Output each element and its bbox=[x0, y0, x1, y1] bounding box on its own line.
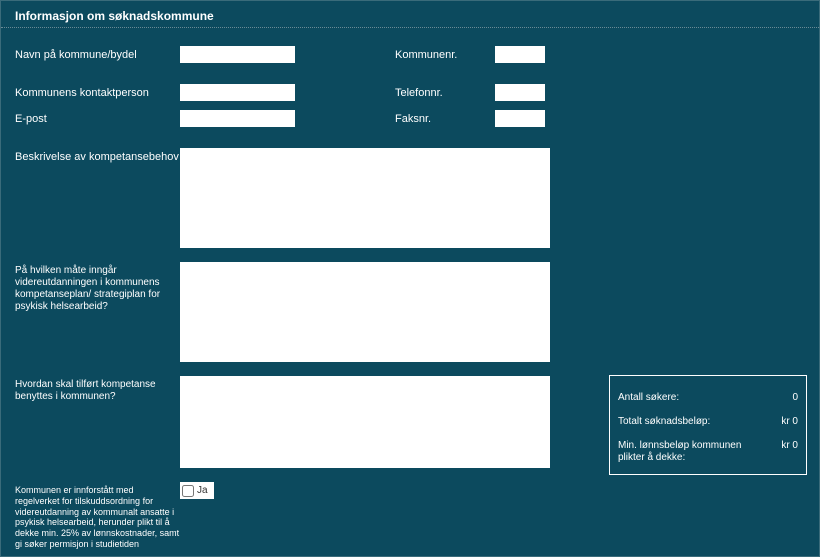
checkbox-ja-label: Ja bbox=[197, 485, 208, 496]
label-telefon: Telefonnr. bbox=[395, 84, 495, 99]
textarea-plan[interactable] bbox=[180, 262, 550, 362]
checkbox-wrap-ja[interactable]: Ja bbox=[180, 482, 214, 499]
input-kontaktperson[interactable] bbox=[180, 84, 295, 101]
summary-min-value: kr 0 bbox=[781, 440, 798, 464]
summary-antall-label: Antall søkere: bbox=[618, 392, 679, 404]
label-kontaktperson: Kommunens kontaktperson bbox=[15, 84, 180, 100]
label-kommunenr: Kommunenr. bbox=[395, 46, 495, 61]
input-kommune-navn[interactable] bbox=[180, 46, 295, 63]
summary-box: Antall søkere: 0 Totalt søknadsbeløp: kr… bbox=[609, 375, 807, 475]
label-epost: E-post bbox=[15, 110, 180, 126]
summary-total-label: Totalt søknadsbeløp: bbox=[618, 416, 710, 428]
label-beskrivelse: Beskrivelse av kompetansebehov bbox=[15, 148, 180, 164]
input-kommunenr[interactable] bbox=[495, 46, 545, 63]
input-telefon[interactable] bbox=[495, 84, 545, 101]
input-faks[interactable] bbox=[495, 110, 545, 127]
input-epost[interactable] bbox=[180, 110, 295, 127]
summary-total-value: kr 0 bbox=[781, 416, 798, 428]
section-header: Informasjon om søknadskommune bbox=[1, 1, 819, 28]
checkbox-ja[interactable] bbox=[182, 485, 194, 497]
summary-antall-value: 0 bbox=[792, 392, 798, 404]
label-innforstatt: Kommunen er innforstått med regelverket … bbox=[15, 482, 180, 550]
section-title: Informasjon om søknadskommune bbox=[15, 9, 214, 23]
textarea-benyttes[interactable] bbox=[180, 376, 550, 468]
label-benyttes: Hvordan skal tilført kompetanse benyttes… bbox=[15, 376, 180, 403]
summary-min-label: Min. lønnsbeløp kommunen plikter å dekke… bbox=[618, 440, 758, 464]
label-plan: På hvilken måte inngår videreutdanningen… bbox=[15, 262, 180, 313]
textarea-beskrivelse[interactable] bbox=[180, 148, 550, 248]
label-faks: Faksnr. bbox=[395, 110, 495, 125]
label-kommune-navn: Navn på kommune/bydel bbox=[15, 46, 180, 62]
